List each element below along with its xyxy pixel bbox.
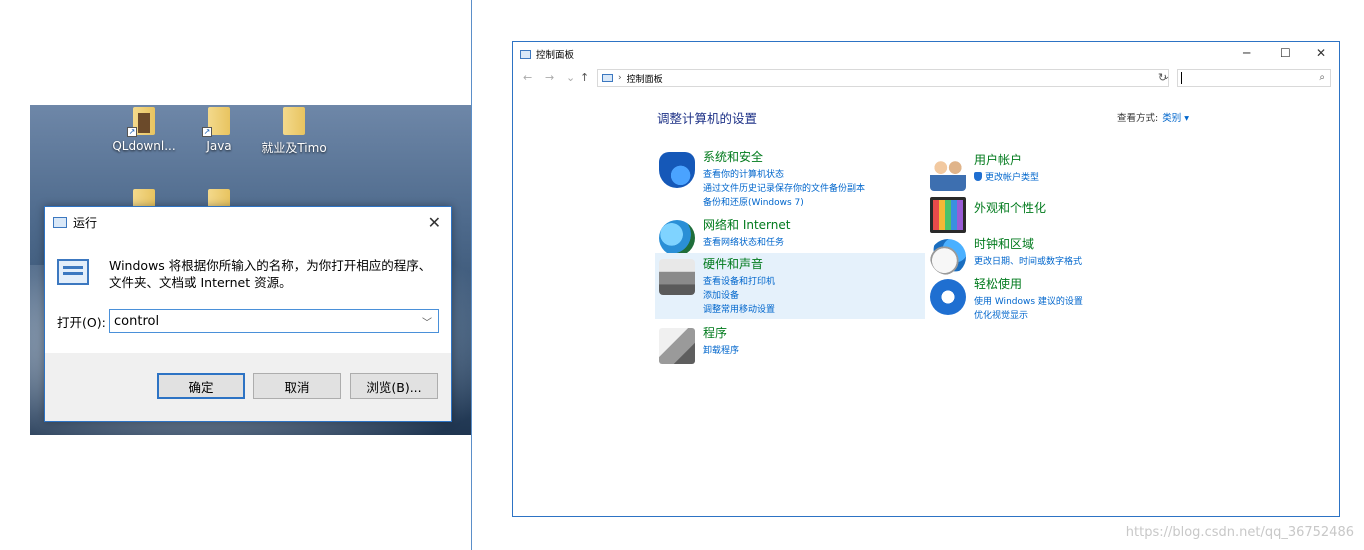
close-icon[interactable]: ✕ — [428, 213, 441, 232]
watermark: https://blog.csdn.net/qq_36752486 — [1125, 525, 1354, 540]
run-dialog-titlebar: 运行 — [45, 207, 451, 237]
folder-icon — [283, 107, 305, 135]
cancel-button[interactable]: 取消 — [253, 373, 341, 399]
desktop-icon-label: Java — [206, 139, 232, 153]
category-programs[interactable]: 程序 卸载程序 — [655, 322, 925, 364]
maximize-button[interactable]: ☐ — [1280, 46, 1291, 60]
category-link[interactable]: 查看设备和打印机 — [703, 275, 775, 289]
category-link[interactable]: 备份和还原(Windows 7) — [703, 196, 865, 210]
category-link[interactable]: 卸载程序 — [703, 344, 739, 358]
category-link[interactable]: 更改日期、时间或数字格式 — [974, 255, 1082, 269]
desktop-icon-qldownload[interactable]: ↗ QLdownl... — [104, 107, 184, 153]
clock-globe-icon — [930, 239, 966, 275]
category-title[interactable]: 网络和 Internet — [703, 216, 790, 233]
category-clock-region[interactable]: 时钟和区域 更改日期、时间或数字格式 — [926, 233, 1196, 275]
breadcrumb-item[interactable]: 控制面板 — [627, 72, 663, 85]
open-input-value[interactable]: control — [114, 314, 159, 329]
category-link[interactable]: 添加设备 — [703, 289, 775, 303]
run-dialog-title: 运行 — [73, 215, 98, 230]
address-bar[interactable]: › 控制面板 ⌄ — [597, 69, 1170, 87]
view-by-label: 查看方式: — [1117, 113, 1159, 124]
category-user-accounts[interactable]: 用户帐户 更改帐户类型 — [926, 149, 1196, 191]
programs-box-icon — [659, 328, 695, 364]
category-title[interactable]: 系统和安全 — [703, 148, 763, 165]
up-arrow-icon[interactable]: ↑ — [580, 71, 589, 84]
category-network-internet[interactable]: 网络和 Internet 查看网络状态和任务 — [655, 214, 925, 256]
category-link[interactable]: 优化视觉显示 — [974, 309, 1083, 323]
control-panel-icon — [520, 49, 531, 59]
divider-line — [471, 0, 472, 550]
category-system-security[interactable]: 系统和安全 查看你的计算机状态 通过文件历史记录保存你的文件备份副本 备份和还原… — [655, 146, 925, 212]
category-link-text[interactable]: 更改帐户类型 — [985, 173, 1039, 183]
ok-button[interactable]: 确定 — [157, 373, 245, 399]
category-link[interactable]: 查看网络状态和任务 — [703, 236, 784, 250]
monitor-icon — [930, 197, 966, 233]
category-link[interactable]: 查看你的计算机状态 — [703, 168, 865, 182]
folder-shortcut-icon: ↗ — [202, 107, 230, 137]
desktop-icon-label: 就业及Timo — [261, 141, 327, 155]
category-title[interactable]: 轻松使用 — [974, 275, 1022, 292]
run-dialog: 运行 ✕ Windows 将根据你所输入的名称，为你打开相应的程序、文件夹、文档… — [44, 206, 452, 422]
screenshot-root: ↗ QLdownl... ↗ Java 就业及Timo 运行 ✕ Windows… — [0, 0, 1364, 550]
breadcrumb-separator-icon[interactable]: › — [618, 73, 622, 83]
back-arrow-icon[interactable]: ← — [523, 71, 532, 84]
search-input[interactable]: ⌕ — [1177, 69, 1331, 87]
ease-of-access-icon — [930, 279, 966, 315]
folder-shortcut-icon: ↗ — [127, 107, 155, 137]
category-link[interactable]: 使用 Windows 建议的设置 — [974, 295, 1083, 309]
minimize-button[interactable]: ─ — [1243, 46, 1250, 60]
chevron-down-icon[interactable]: ﹀ — [422, 314, 432, 329]
window-title: 控制面板 — [536, 50, 575, 61]
desktop-icon-java[interactable]: ↗ Java — [179, 107, 259, 153]
uac-shield-icon — [974, 172, 982, 181]
open-combobox[interactable]: control ﹀ — [109, 309, 439, 333]
category-links: 查看你的计算机状态 通过文件历史记录保存你的文件备份副本 备份和还原(Windo… — [703, 168, 865, 210]
category-link[interactable]: 调整常用移动设置 — [703, 303, 775, 317]
recent-locations-icon[interactable]: ⌄ — [566, 71, 575, 84]
category-title[interactable]: 用户帐户 — [974, 151, 1022, 168]
navigation-bar: ← → ⌄ ↑ › 控制面板 ⌄ ↻ ⌕ — [513, 68, 1339, 90]
network-globe-icon — [659, 220, 695, 256]
run-dialog-footer: 确定 取消 浏览(B)... — [45, 353, 451, 421]
category-appearance[interactable]: 外观和个性化 — [926, 191, 1196, 233]
control-panel-titlebar: 控制面板 — [513, 42, 1339, 66]
users-icon — [930, 155, 966, 191]
view-by: 查看方式: 类别 ▾ — [1117, 110, 1189, 124]
category-title[interactable]: 硬件和声音 — [703, 255, 763, 272]
view-by-dropdown[interactable]: 类别 ▾ — [1162, 113, 1189, 124]
printer-icon — [659, 259, 695, 295]
category-links: 卸载程序 — [703, 344, 739, 358]
control-panel-icon — [602, 74, 613, 82]
category-title[interactable]: 时钟和区域 — [974, 235, 1034, 252]
run-icon — [53, 216, 67, 228]
category-links: 查看网络状态和任务 — [703, 236, 784, 250]
control-panel-window: 控制面板 ─ ☐ ✕ ← → ⌄ ↑ › 控制面板 ⌄ ↻ ⌕ 调整计算机的设置… — [512, 41, 1340, 517]
run-description: Windows 将根据你所输入的名称，为你打开相应的程序、文件夹、文档或 Int… — [109, 258, 432, 290]
close-button[interactable]: ✕ — [1316, 46, 1326, 60]
category-links: 更改帐户类型 — [974, 171, 1039, 185]
open-label: 打开(O): — [57, 315, 106, 330]
run-large-icon — [57, 259, 89, 285]
category-links: 更改日期、时间或数字格式 — [974, 255, 1082, 269]
page-heading: 调整计算机的设置 — [657, 111, 758, 126]
desktop-icon-jiuye[interactable]: 就业及Timo — [254, 107, 334, 156]
browse-button[interactable]: 浏览(B)... — [350, 373, 438, 399]
category-title[interactable]: 程序 — [703, 324, 727, 341]
shield-icon — [659, 152, 695, 188]
text-caret — [1181, 72, 1182, 84]
category-title[interactable]: 外观和个性化 — [974, 199, 1046, 216]
category-hardware-sound[interactable]: 硬件和声音 查看设备和打印机 添加设备 调整常用移动设置 — [655, 253, 925, 319]
category-link[interactable]: 通过文件历史记录保存你的文件备份副本 — [703, 182, 865, 196]
refresh-icon[interactable]: ↻ — [1158, 71, 1167, 84]
category-link[interactable]: 更改帐户类型 — [974, 171, 1039, 185]
desktop-icon-label: QLdownl... — [112, 139, 176, 153]
category-links: 使用 Windows 建议的设置 优化视觉显示 — [974, 295, 1083, 323]
forward-arrow-icon[interactable]: → — [545, 71, 554, 84]
search-icon[interactable]: ⌕ — [1319, 72, 1325, 83]
category-ease-of-access[interactable]: 轻松使用 使用 Windows 建议的设置 优化视觉显示 — [926, 273, 1196, 323]
run-dialog-body: Windows 将根据你所输入的名称，为你打开相应的程序、文件夹、文档或 Int… — [45, 237, 451, 355]
category-links: 查看设备和打印机 添加设备 调整常用移动设置 — [703, 275, 775, 317]
